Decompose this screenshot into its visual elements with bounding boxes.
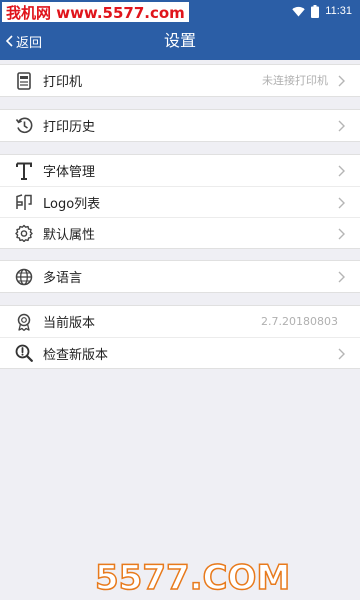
stamp-icon xyxy=(14,192,34,212)
settings-row-print-history[interactable]: 打印历史 xyxy=(0,110,360,141)
site-watermark-top: 我机网 www.5577.com xyxy=(2,2,189,24)
page-title: 设置 xyxy=(163,31,196,50)
settings-row-language[interactable]: 多语言 xyxy=(0,261,360,292)
settings-group-language: 多语言 xyxy=(0,260,360,293)
chevron-right-icon xyxy=(338,271,345,283)
globe-icon xyxy=(14,267,34,287)
chevron-right-icon xyxy=(338,197,345,209)
search-update-icon xyxy=(14,343,34,363)
nav-bar: 返回 设置 xyxy=(0,22,360,60)
status-icons: 11:31 xyxy=(292,3,352,19)
row-label: 默认属性 xyxy=(43,227,96,243)
font-icon xyxy=(14,161,34,181)
gear-icon xyxy=(14,223,34,243)
row-label: 多语言 xyxy=(43,271,83,286)
row-label: 检查新版本 xyxy=(43,347,109,363)
settings-group-history: 打印历史 xyxy=(0,109,360,142)
status-time: 11:31 xyxy=(325,5,352,17)
chevron-right-icon xyxy=(338,120,345,132)
status-bar: 我机网 www.5577.com 11:31 xyxy=(0,0,360,24)
chevron-right-icon xyxy=(338,165,345,177)
settings-row-check-update[interactable]: 检查新版本 xyxy=(0,337,360,368)
version-number: 2.7.20180803 xyxy=(261,315,338,328)
row-label: 打印历史 xyxy=(43,120,96,135)
settings-row-default-properties[interactable]: 默认属性 xyxy=(0,217,360,248)
history-icon xyxy=(14,116,34,136)
row-label: 当前版本 xyxy=(43,316,96,331)
row-label: 字体管理 xyxy=(43,165,96,180)
row-label: Logo列表 xyxy=(43,196,101,212)
award-icon xyxy=(14,312,34,332)
settings-group-content: 字体管理 Logo列表 默认属性 xyxy=(0,154,360,249)
battery-icon xyxy=(311,4,320,18)
wifi-icon xyxy=(292,6,305,17)
chevron-right-icon xyxy=(338,228,345,240)
printer-icon xyxy=(14,71,34,91)
printer-status-text: 未连接打印机 xyxy=(262,74,328,87)
row-label: 打印机 xyxy=(43,75,83,90)
settings-row-printer[interactable]: 打印机 未连接打印机 xyxy=(0,65,360,96)
settings-group-version: 当前版本 2.7.20180803 检查新版本 xyxy=(0,305,360,369)
chevron-right-icon xyxy=(338,75,345,87)
site-watermark-bottom: 5577.COM xyxy=(94,557,291,599)
settings-row-font-management[interactable]: 字体管理 xyxy=(0,155,360,186)
settings-row-logo-list[interactable]: Logo列表 xyxy=(0,186,360,217)
chevron-right-icon xyxy=(338,348,345,360)
settings-group-printer: 打印机 未连接打印机 xyxy=(0,64,360,97)
settings-row-current-version: 当前版本 2.7.20180803 xyxy=(0,306,360,337)
